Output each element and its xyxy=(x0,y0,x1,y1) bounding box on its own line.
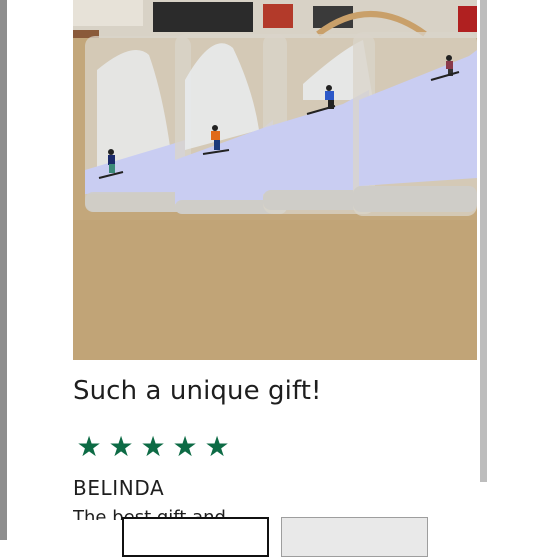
review-card: Such a unique gift! ★ ★ ★ ★ ★ BELINDA Th… xyxy=(0,0,540,540)
star-icon: ★ xyxy=(140,430,166,463)
review-title: Such a unique gift! xyxy=(73,376,322,406)
star-rating: ★ ★ ★ ★ ★ xyxy=(73,432,233,462)
outline-button[interactable] xyxy=(122,517,269,557)
review-photo[interactable] xyxy=(73,0,477,360)
star-icon: ★ xyxy=(204,430,230,463)
gray-button[interactable] xyxy=(281,517,428,557)
star-icon: ★ xyxy=(108,430,134,463)
reviewer-name: BELINDA xyxy=(73,476,165,500)
star-icon: ★ xyxy=(76,430,102,463)
scrollbar[interactable] xyxy=(480,0,487,482)
star-icon: ★ xyxy=(172,430,198,463)
